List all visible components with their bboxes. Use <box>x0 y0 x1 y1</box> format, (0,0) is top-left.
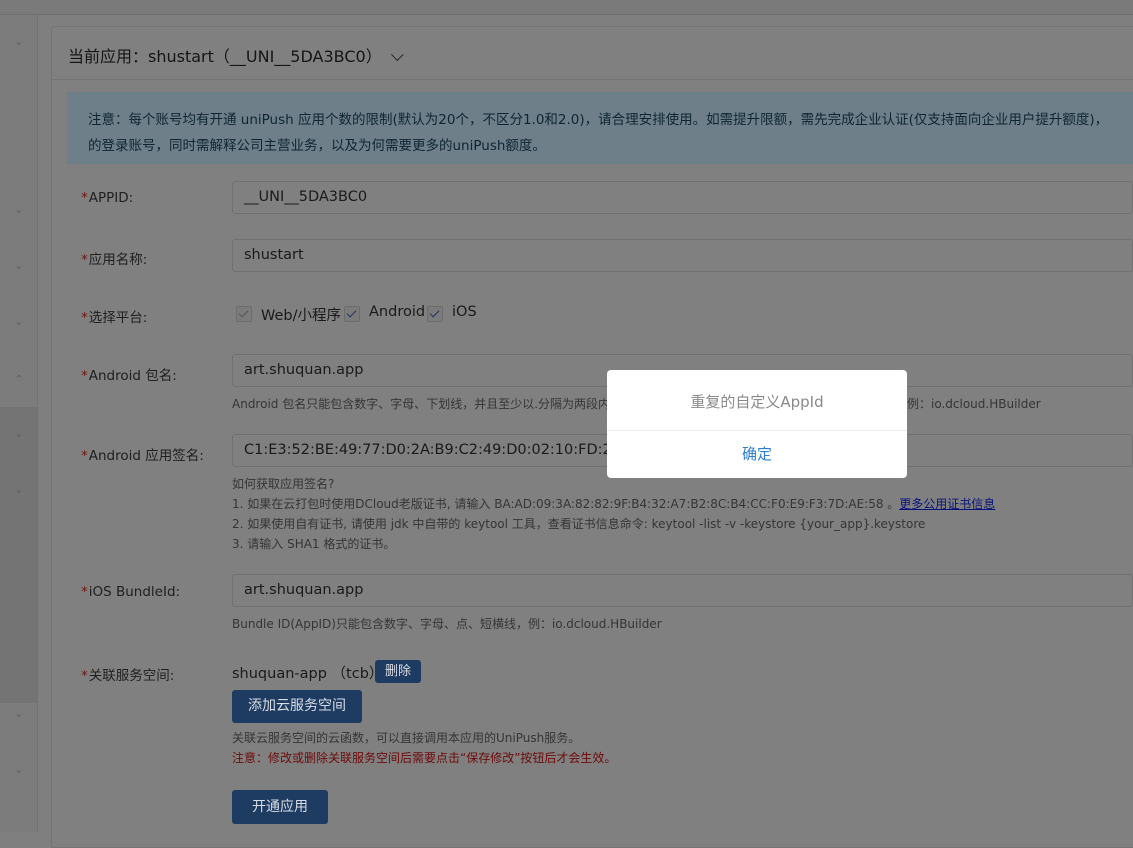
android-package-label: *Android 包名: <box>81 368 177 384</box>
chevron-down-icon[interactable]: ⌄ <box>12 428 26 439</box>
chevron-up-icon[interactable]: ⌃ <box>12 374 26 385</box>
top-bar <box>0 0 1133 15</box>
ios-bundle-label: *iOS BundleId: <box>81 584 181 600</box>
platform-label: *选择平台: <box>81 310 148 326</box>
android-checkbox[interactable] <box>344 306 360 322</box>
service-space-value: shuquan-app （tcb） <box>232 666 384 682</box>
android-label: Android <box>369 304 426 320</box>
notice-line-1: 注意：每个账号均有开通 uniPush 应用个数的限制(默认为20个，不区分1.… <box>88 112 1109 128</box>
chevron-down-icon[interactable]: ⌄ <box>12 484 26 495</box>
notice-banner: 注意：每个账号均有开通 uniPush 应用个数的限制(默认为20个，不区分1.… <box>67 92 1133 164</box>
appid-input[interactable]: __UNI__5DA3BC0 <box>232 181 1133 214</box>
chevron-down-icon[interactable]: ⌄ <box>12 708 26 719</box>
android-package-hint-example: 例：io.dcloud.HBuilder <box>907 397 1041 411</box>
alert-dialog: 重复的自定义AppId 确定 <box>607 370 907 478</box>
notice-line-2: 的登录账号，同时需解释公司主营业务，以及为何需要更多的uniPush额度。 <box>88 138 546 154</box>
submit-app-button[interactable]: 开通应用 <box>232 790 328 824</box>
android-sign-help-2: 2. 如果使用自有证书, 请使用 jdk 中自带的 keytool 工具，查看证… <box>232 517 926 531</box>
appid-label: *APPID: <box>81 190 134 206</box>
app-name-label: *应用名称: <box>81 252 148 268</box>
chevron-down-icon <box>390 48 404 62</box>
sidebar: ⌄ ⌄ ⌄ ⌄ ⌃ ⌄ ⌄ ⌄ ⌄ <box>0 15 38 832</box>
sidebar-active-section <box>0 407 37 703</box>
android-sign-help-1: 1. 如果在云打包时使用DCloud老版证书, 请输入 BA:AD:09:3A:… <box>232 497 996 511</box>
android-sign-help-title: 如何获取应用签名? <box>232 477 335 491</box>
dialog-message: 重复的自定义AppId <box>690 393 824 411</box>
ios-checkbox[interactable] <box>427 306 443 322</box>
web-miniprogram-label: Web/小程序 <box>261 308 341 324</box>
chevron-down-icon[interactable]: ⌄ <box>12 764 26 775</box>
current-app-value: shustart（__UNI__5DA3BC0） <box>148 47 382 66</box>
app-name-input[interactable]: shustart <box>232 239 1133 272</box>
web-miniprogram-checkbox <box>236 306 252 322</box>
delete-service-space-button[interactable]: 删除 <box>375 660 422 683</box>
android-package-hint: Android 包名只能包含数字、字母、下划线，并且至少以.分隔为两段内 <box>232 397 611 411</box>
android-sign-help-3: 3. 请输入 SHA1 格式的证书。 <box>232 537 396 551</box>
add-service-space-button[interactable]: 添加云服务空间 <box>232 690 362 723</box>
service-space-hint: 关联云服务空间的云函数，可以直接调用本应用的UniPush服务。 <box>232 731 581 745</box>
ios-bundle-input[interactable]: art.shuquan.app <box>232 574 1133 607</box>
chevron-down-icon[interactable]: ⌄ <box>12 204 26 215</box>
current-app-selector[interactable]: 当前应用：shustart（__UNI__5DA3BC0） <box>68 43 404 67</box>
ios-label: iOS <box>452 304 477 320</box>
dialog-confirm-button[interactable]: 确定 <box>607 431 907 478</box>
card-header: 当前应用：shustart（__UNI__5DA3BC0） <box>52 27 1133 80</box>
service-space-warning: 注意：修改或删除关联服务空间后需要点击“保存修改”按钮后才会生效。 <box>232 751 617 765</box>
current-app-label: 当前应用： <box>68 47 149 66</box>
chevron-down-icon[interactable]: ⌄ <box>12 316 26 327</box>
public-cert-link[interactable]: 更多公用证书信息 <box>899 497 995 511</box>
service-space-label: *关联服务空间: <box>81 668 175 684</box>
chevron-down-icon[interactable]: ⌄ <box>12 260 26 271</box>
chevron-down-icon[interactable]: ⌄ <box>12 36 26 47</box>
android-sign-label: *Android 应用签名: <box>81 448 204 464</box>
ios-bundle-hint: Bundle ID(AppID)只能包含数字、字母、点、短横线，例：io.dcl… <box>232 617 662 631</box>
